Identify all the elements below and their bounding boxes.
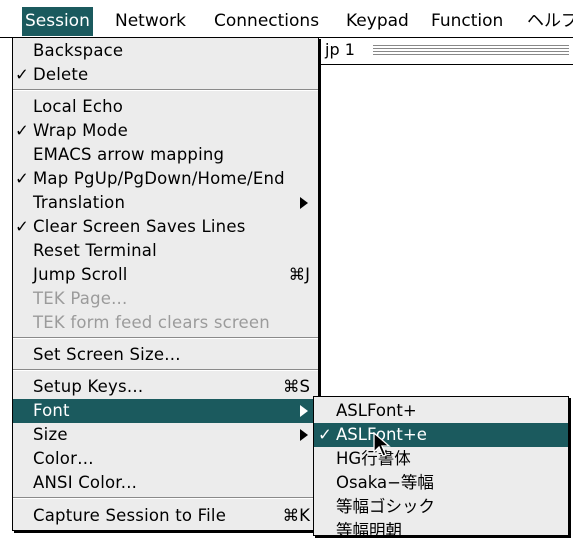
- session-menu: Backspace ✓ Delete Local Echo ✓ Wrap Mod…: [12, 37, 319, 531]
- font-item-label: 等幅ゴシック: [336, 497, 435, 516]
- window-titlebar[interactable]: jp 1: [319, 38, 573, 65]
- menu-item-delete[interactable]: ✓ Delete: [13, 63, 318, 87]
- menu-separator: [13, 497, 318, 499]
- menu-item-clear-screen-saves-lines[interactable]: ✓ Clear Screen Saves Lines: [13, 215, 318, 239]
- font-item-tohaba-mincho[interactable]: 等幅明朝: [314, 519, 568, 543]
- menu-item-set-screen-size[interactable]: Set Screen Size…: [13, 343, 318, 367]
- menu-network[interactable]: Network: [112, 7, 189, 36]
- font-item-label: Osaka−等幅: [336, 473, 434, 492]
- font-item-osaka-tohaba[interactable]: Osaka−等幅: [314, 471, 568, 495]
- menu-help[interactable]: ヘルプ: [524, 7, 573, 36]
- menu-item-label: Delete: [33, 65, 89, 84]
- window-title: jp 1: [325, 40, 355, 59]
- menu-item-font[interactable]: Font: [13, 399, 318, 423]
- menu-item-label: Translation: [33, 193, 126, 212]
- menu-item-label: Backspace: [33, 41, 124, 60]
- menu-item-local-echo[interactable]: Local Echo: [13, 95, 318, 119]
- menu-item-shortcut: ⌘K: [282, 506, 310, 525]
- menu-item-label: Map PgUp/PgDown/Home/End: [33, 169, 285, 188]
- font-item-aslfont-plus[interactable]: ASLFont+: [314, 399, 568, 423]
- menu-item-ansi-color[interactable]: ANSI Color...: [13, 471, 318, 495]
- menu-item-label: Local Echo: [33, 97, 124, 116]
- menu-item-jump-scroll[interactable]: Jump Scroll ⌘J: [13, 263, 318, 287]
- menu-item-label: ANSI Color...: [33, 473, 138, 492]
- checkmark-icon: ✓: [15, 169, 29, 188]
- menu-session[interactable]: Session: [22, 7, 93, 36]
- menu-item-label: Reset Terminal: [33, 241, 157, 260]
- menu-separator: [13, 337, 318, 339]
- font-item-label: 等幅明朝: [336, 521, 402, 540]
- menu-keypad[interactable]: Keypad: [343, 7, 412, 36]
- menu-item-reset-terminal[interactable]: Reset Terminal: [13, 239, 318, 263]
- checkmark-icon: ✓: [318, 425, 332, 444]
- menu-item-label: Set Screen Size…: [33, 345, 181, 364]
- checkmark-icon: ✓: [15, 121, 29, 140]
- menu-item-label: Size: [33, 425, 68, 444]
- font-item-label: ASLFont+: [336, 401, 417, 420]
- menu-connections[interactable]: Connections: [211, 7, 322, 36]
- menu-separator: [13, 89, 318, 91]
- menu-item-color[interactable]: Color…: [13, 447, 318, 471]
- menu-item-label: Wrap Mode: [33, 121, 128, 140]
- menu-item-label: TEK form feed clears screen: [33, 313, 270, 332]
- menu-item-tek-page: TEK Page...: [13, 287, 318, 311]
- menu-item-shortcut: ⌘J: [288, 265, 310, 284]
- menu-item-label: TEK Page...: [33, 289, 128, 308]
- menu-bar: Session Network Connections Keypad Funct…: [0, 0, 573, 38]
- menu-item-wrap-mode[interactable]: ✓ Wrap Mode: [13, 119, 318, 143]
- font-submenu: ASLFont+ ✓ ASLFont+e HG行書体 Osaka−等幅 等幅ゴシ…: [313, 396, 569, 540]
- titlebar-stripes: [373, 45, 569, 57]
- font-item-tohaba-gothic[interactable]: 等幅ゴシック: [314, 495, 568, 519]
- mouse-pointer-icon: [373, 432, 391, 457]
- menu-item-translation[interactable]: Translation: [13, 191, 318, 215]
- menu-item-emacs-arrow-mapping[interactable]: EMACS arrow mapping: [13, 143, 318, 167]
- menu-item-label: Setup Keys…: [33, 377, 144, 396]
- submenu-arrow-icon: [300, 429, 308, 441]
- menu-item-label: EMACS arrow mapping: [33, 145, 225, 164]
- menu-separator: [13, 369, 318, 371]
- menu-item-label: Jump Scroll: [33, 265, 128, 284]
- menu-item-label: Clear Screen Saves Lines: [33, 217, 246, 236]
- menu-item-capture-session[interactable]: Capture Session to File ⌘K: [13, 504, 318, 528]
- submenu-arrow-icon: [300, 405, 308, 417]
- menu-item-map-pgup[interactable]: ✓ Map PgUp/PgDown/Home/End: [13, 167, 318, 191]
- menu-item-setup-keys[interactable]: Setup Keys… ⌘S: [13, 375, 318, 399]
- menu-item-shortcut: ⌘S: [283, 377, 310, 396]
- font-item-hg-gyosho[interactable]: HG行書体: [314, 447, 568, 471]
- menu-function[interactable]: Function: [428, 7, 506, 36]
- checkmark-icon: ✓: [15, 65, 29, 84]
- checkmark-icon: ✓: [15, 217, 29, 236]
- submenu-arrow-icon: [300, 197, 308, 209]
- menu-item-label: Font: [33, 401, 70, 420]
- menu-item-size[interactable]: Size: [13, 423, 318, 447]
- menu-item-label: Capture Session to File: [33, 506, 227, 525]
- menu-item-tek-form-feed: TEK form feed clears screen: [13, 311, 318, 335]
- menu-item-backspace[interactable]: Backspace: [13, 39, 318, 63]
- menu-item-label: Color…: [33, 449, 94, 468]
- font-item-aslfont-plus-e[interactable]: ✓ ASLFont+e: [314, 423, 568, 447]
